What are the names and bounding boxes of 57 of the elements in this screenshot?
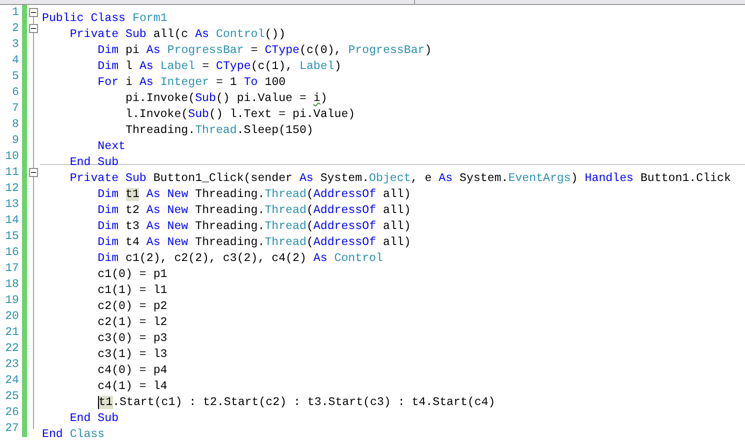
line-number: 4 bbox=[11, 53, 20, 69]
line-number: 9 bbox=[11, 133, 20, 149]
line-number: 6 bbox=[11, 85, 20, 101]
code-line: For i As Integer = 1 To 100 bbox=[96, 75, 286, 91]
collapse-icon[interactable] bbox=[29, 168, 38, 177]
code-line: Private Sub all(c As Control()) bbox=[68, 27, 286, 43]
code-line: Private Sub Button1_Click(sender As System.Object, e As System.EventArgs) Handles Button1.Click bbox=[68, 171, 731, 187]
line-number: 7 bbox=[11, 101, 20, 117]
line-number: 23 bbox=[4, 357, 20, 373]
code-line: c3(0) = p3 bbox=[96, 331, 168, 347]
line-number: 22 bbox=[4, 341, 20, 357]
line-number: 15 bbox=[4, 229, 20, 245]
line-number: 1 bbox=[11, 5, 20, 21]
code-line: Threading.Thread.Sleep(150) bbox=[124, 123, 314, 139]
line-number: 16 bbox=[4, 245, 20, 261]
code-line: c2(1) = l2 bbox=[96, 315, 168, 331]
code-line: Dim t1 As New Threading.Thread(AddressOf all) bbox=[96, 187, 411, 203]
code-line: Dim t3 As New Threading.Thread(AddressOf all) bbox=[96, 219, 411, 235]
line-number: 3 bbox=[11, 37, 20, 53]
collapse-icon[interactable] bbox=[29, 24, 38, 33]
collapse-icon[interactable] bbox=[29, 8, 38, 17]
code-line: Dim pi As ProgressBar = CType(c(0), ProgressBar) bbox=[96, 43, 432, 59]
code-line: c1(0) = p1 bbox=[96, 267, 168, 283]
line-number: 24 bbox=[4, 373, 20, 389]
code-line: l.Invoke(Sub() l.Text = pi.Value) bbox=[124, 107, 356, 123]
line-number: 14 bbox=[4, 213, 20, 229]
line-number: 12 bbox=[4, 181, 20, 197]
code-line: Dim l As Label = CType(c(1), Label) bbox=[96, 59, 342, 75]
code-line: c1(1) = l1 bbox=[96, 283, 168, 299]
line-number: 17 bbox=[4, 261, 20, 277]
code-line: End Sub bbox=[68, 411, 119, 427]
line-number: 25 bbox=[4, 389, 20, 405]
line-number: 10 bbox=[4, 149, 20, 165]
code-line: Public Class Form1 bbox=[41, 11, 168, 27]
code-line: c3(1) = l3 bbox=[96, 347, 168, 363]
code-line: Dim t2 As New Threading.Thread(AddressOf all) bbox=[96, 203, 411, 219]
line-number: 5 bbox=[11, 69, 20, 85]
line-number: 13 bbox=[4, 197, 20, 213]
line-number: 27 bbox=[4, 421, 20, 437]
line-number: 20 bbox=[4, 309, 20, 325]
code-line: Dim c1(2), c2(2), c3(2), c4(2) As Control bbox=[96, 251, 383, 267]
code-line: t1.Start(c1) : t2.Start(c2) : t3.Start(c3) : t4.Start(c4) bbox=[96, 395, 496, 411]
code-line: Dim t4 As New Threading.Thread(AddressOf all) bbox=[96, 235, 411, 251]
line-number: 26 bbox=[4, 405, 20, 421]
code-line: pi.Invoke(Sub() pi.Value = i) bbox=[124, 91, 328, 107]
code-line: End Class bbox=[41, 427, 105, 443]
code-line: End Sub bbox=[68, 155, 119, 171]
code-line: Next bbox=[96, 139, 126, 155]
code-line: c4(0) = p4 bbox=[96, 363, 168, 379]
line-number: 18 bbox=[4, 277, 20, 293]
line-number: 2 bbox=[11, 21, 20, 37]
code-line: c2(0) = p2 bbox=[96, 299, 168, 315]
code-line: c4(1) = l4 bbox=[96, 379, 168, 395]
line-number: 21 bbox=[4, 325, 20, 341]
line-number: 11 bbox=[4, 165, 20, 181]
line-number: 19 bbox=[4, 293, 20, 309]
line-number: 8 bbox=[11, 117, 20, 133]
